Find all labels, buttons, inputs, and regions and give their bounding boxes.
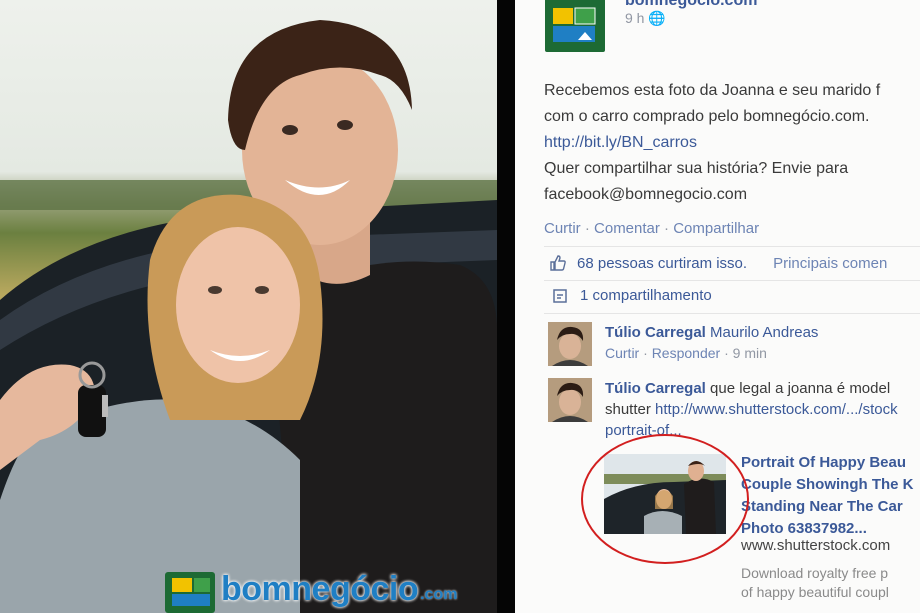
page-name[interactable]: bomnegócio.com bbox=[625, 0, 757, 10]
post-message: Recebemos esta foto da Joanna e seu mari… bbox=[544, 78, 880, 208]
facebook-post-panel: bomnegócio.com 9 h 🌐 Recebemos esta foto… bbox=[515, 0, 920, 613]
shares-count[interactable]: 1 compartilhamento bbox=[580, 287, 712, 304]
comment-link[interactable]: http://www.shutterstock.com/.../stock bbox=[655, 401, 898, 418]
comment-reply-link[interactable]: Responder bbox=[652, 345, 721, 361]
divider-line bbox=[544, 246, 920, 247]
comment-body: Túlio Carregal que legal a joanna é mode… bbox=[605, 378, 898, 441]
share-action[interactable]: Compartilhar bbox=[673, 220, 759, 237]
post-text-line2: com o carro comprado pelo bomnegócio.com… bbox=[544, 108, 870, 125]
couple-photo: bomnegócio .com bbox=[0, 0, 497, 613]
red-annotation-circle bbox=[581, 434, 749, 564]
watermark-brand: bomnegócio bbox=[221, 570, 419, 608]
post-email: facebook@bomnegocio.com bbox=[544, 186, 748, 203]
comment-action[interactable]: Comentar bbox=[594, 220, 660, 237]
post-time[interactable]: 9 h 🌐 bbox=[625, 10, 666, 27]
panel-divider bbox=[497, 0, 515, 613]
preview-desc-line: of happy beautiful coupl bbox=[741, 584, 889, 600]
comment-like-link[interactable]: Curtir bbox=[605, 345, 639, 361]
preview-title-line: Standing Near The Car bbox=[741, 498, 903, 515]
comment-author[interactable]: Túlio Carregal bbox=[605, 380, 706, 397]
shares-summary: 1 compartilhamento bbox=[552, 287, 712, 304]
share-icon bbox=[553, 288, 567, 303]
avatar[interactable] bbox=[548, 378, 592, 422]
couple-photo-illustration bbox=[0, 20, 497, 613]
comment-tag[interactable]: Maurilo Andreas bbox=[710, 324, 818, 341]
likes-count[interactable]: 68 pessoas curtiram isso. bbox=[577, 255, 747, 272]
comment-text-line2: shutter bbox=[605, 401, 651, 418]
like-action[interactable]: Curtir bbox=[544, 220, 581, 237]
bomnegocio-watermark: bomnegócio .com bbox=[165, 566, 457, 613]
avatar[interactable] bbox=[548, 322, 592, 366]
preview-desc-line: Download royalty free p bbox=[741, 565, 889, 581]
comment-author[interactable]: Túlio Carregal bbox=[605, 324, 706, 341]
top-comments-link[interactable]: Principais comen bbox=[773, 255, 887, 272]
comment-body: Túlio Carregal Maurilo Andreas Curtir · … bbox=[605, 324, 819, 361]
post-link[interactable]: http://bit.ly/BN_carros bbox=[544, 130, 880, 156]
page-logo-icon[interactable] bbox=[545, 0, 605, 52]
post-time-label: 9 h bbox=[625, 10, 645, 26]
divider-line bbox=[544, 280, 920, 281]
post-actions: Curtir · Comentar · Compartilhar bbox=[544, 220, 760, 237]
watermark-suffix: .com bbox=[420, 585, 458, 603]
preview-domain: www.shutterstock.com bbox=[741, 537, 891, 554]
post-text-line3: Quer compartilhar sua história? Envie pa… bbox=[544, 160, 849, 177]
likes-summary: 68 pessoas curtiram isso. Principais com… bbox=[549, 254, 887, 272]
divider-line bbox=[544, 313, 920, 314]
comment-time[interactable]: 9 min bbox=[733, 345, 767, 361]
preview-description: Download royalty free p of happy beautif… bbox=[741, 564, 889, 602]
globe-icon: 🌐 bbox=[648, 10, 666, 26]
thumbs-up-icon bbox=[550, 255, 566, 271]
preview-title[interactable]: Portrait Of Happy Beau Couple Showingh T… bbox=[741, 452, 914, 540]
comment-text: que legal a joanna é model bbox=[710, 380, 891, 397]
post-text-line1: Recebemos esta foto da Joanna e seu mari… bbox=[544, 82, 881, 99]
preview-title-line: Portrait Of Happy Beau bbox=[741, 454, 907, 471]
preview-title-line: Couple Showingh The K bbox=[741, 476, 914, 493]
